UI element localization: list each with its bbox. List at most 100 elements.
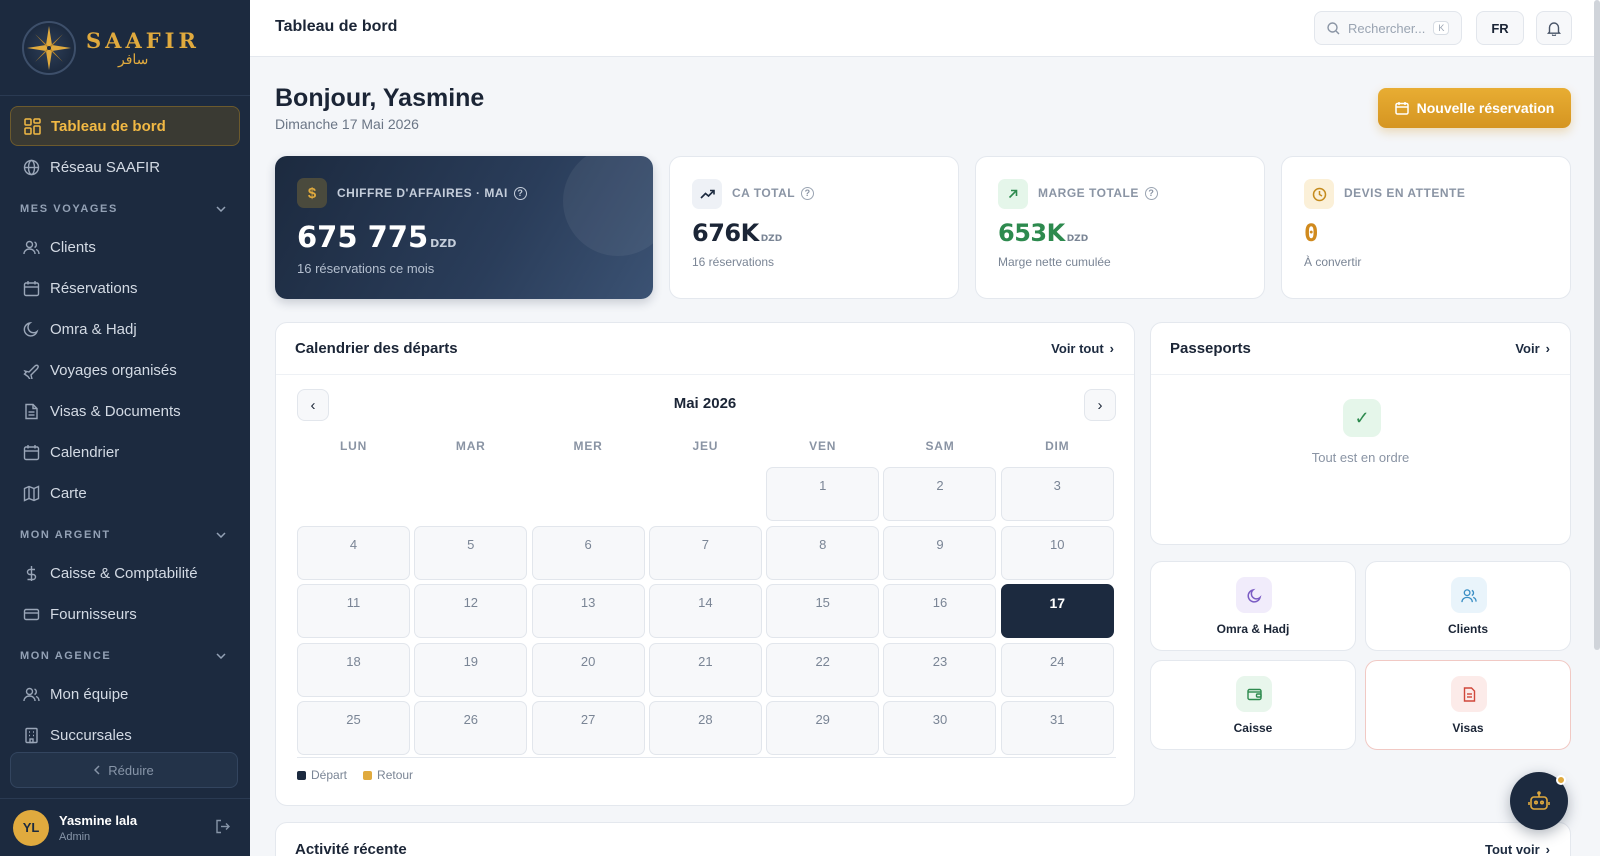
calendar-day[interactable]: 30 <box>883 701 997 755</box>
user-profile[interactable]: YL Yasmine lala Admin <box>0 798 250 856</box>
quick-tile-visas[interactable]: Visas <box>1365 660 1571 750</box>
notifications-button[interactable] <box>1536 11 1572 45</box>
search-icon <box>1327 21 1340 35</box>
search-input[interactable]: Rechercher... K <box>1314 11 1462 45</box>
help-icon[interactable]: ? <box>801 186 815 200</box>
section-title: MON AGENCE <box>20 650 112 662</box>
calendar-day[interactable]: 28 <box>648 701 762 755</box>
help-icon[interactable]: ? <box>513 186 527 200</box>
weekday-label: VEN <box>809 439 837 453</box>
sidebar-item-label: Calendrier <box>50 443 120 461</box>
new-reservation-label: Nouvelle réservation <box>1416 100 1555 116</box>
calendar-day[interactable]: 31 <box>1000 701 1114 755</box>
calendar-day[interactable]: 14 <box>648 584 762 638</box>
sidebar-item-label: Carte <box>50 484 87 502</box>
calendar-day[interactable]: 1 <box>766 467 880 521</box>
section-mes-voyages[interactable]: MES VOYAGES <box>10 191 240 227</box>
chevron-right-icon: › <box>1545 341 1550 356</box>
voir-tout-link[interactable]: Voir tout › <box>1051 341 1114 356</box>
calendar-day[interactable]: 8 <box>766 525 880 580</box>
calendar-day-today[interactable]: 17 <box>1000 584 1114 638</box>
calendar-day[interactable]: 16 <box>883 584 997 638</box>
sidebar-item-calendrier[interactable]: Calendrier <box>10 432 240 472</box>
calendar-day[interactable]: 3 <box>1000 467 1114 521</box>
sidebar-item-succursales[interactable]: Succursales <box>10 715 240 755</box>
tout-voir-link[interactable]: Tout voir › <box>1485 842 1550 856</box>
kpi-devis-attente[interactable]: DEVIS EN ATTENTE 0 À convertir <box>1281 156 1571 299</box>
kpi-ca-total[interactable]: CA TOTAL? 676K DZD 16 réservations <box>669 156 959 299</box>
sidebar-item-clients[interactable]: Clients <box>10 227 240 267</box>
calendar-day[interactable]: 19 <box>414 642 528 697</box>
calendar-day[interactable]: 18 <box>297 642 410 697</box>
current-date: Dimanche 17 Mai 2026 <box>275 116 419 132</box>
quick-tile-omra-hadj[interactable]: Omra & Hadj <box>1150 561 1356 651</box>
calendar-day[interactable]: 27 <box>531 701 645 755</box>
kpi-revenue-month[interactable]: $ CHIFFRE D'AFFAIRES · MAI? 675 775 DZD 1… <box>275 156 653 299</box>
chevron-left-icon <box>94 763 100 778</box>
calendar-day[interactable]: 5 <box>414 525 528 580</box>
calendar-day[interactable]: 29 <box>766 701 880 755</box>
calendar-day[interactable]: 12 <box>414 584 528 638</box>
topbar: Tableau de bord Rechercher... K FR <box>250 0 1600 57</box>
calendar-next-button[interactable]: › <box>1084 389 1116 421</box>
calendar-day[interactable]: 22 <box>766 642 880 697</box>
sidebar-item-label: Caisse & Comptabilité <box>50 564 198 582</box>
sidebar-item-voyages-organises[interactable]: Voyages organisés <box>10 350 240 390</box>
logout-icon[interactable] <box>215 819 230 839</box>
calendar-day[interactable]: 2 <box>883 467 997 521</box>
calendar-day[interactable]: 21 <box>648 642 762 697</box>
sidebar-item-fournisseurs[interactable]: Fournisseurs <box>10 594 240 634</box>
calendar-day[interactable]: 4 <box>297 525 410 580</box>
quick-tile-caisse[interactable]: Caisse <box>1150 660 1356 750</box>
language-switcher[interactable]: FR <box>1476 11 1524 45</box>
calendar-day[interactable]: 24 <box>1000 642 1114 697</box>
brand-arabic-name: سافر <box>118 50 149 67</box>
calendar-days: 1 2 3 4 5 6 7 8 9 10 11 12 13 14 15 16 17 18 19 20 21 22 23 24 2… <box>297 467 1116 755</box>
calendar-icon <box>22 279 40 297</box>
calendar-day[interactable]: 11 <box>297 584 410 638</box>
brand-logo[interactable]: SAAFIR سافر <box>0 0 250 96</box>
assistant-bot-button[interactable] <box>1510 772 1568 830</box>
users-icon <box>22 685 40 703</box>
calendar-day[interactable]: 23 <box>883 642 997 697</box>
sidebar-item-visas-documents[interactable]: Visas & Documents <box>10 391 240 431</box>
calendar-day[interactable]: 26 <box>414 701 528 755</box>
sidebar-item-omra-hadj[interactable]: Omra & Hadj <box>10 309 240 349</box>
calendar-day[interactable]: 20 <box>531 642 645 697</box>
kpi-subtitle: 16 réservations ce mois <box>297 261 435 276</box>
chevron-right-icon: › <box>1545 841 1550 856</box>
legend-retour: Retour <box>363 768 413 782</box>
calendar-day[interactable]: 9 <box>883 525 997 580</box>
reduce-sidebar-button[interactable]: Réduire <box>10 752 238 788</box>
quick-tile-clients[interactable]: Clients <box>1365 561 1571 651</box>
calendar-day[interactable]: 25 <box>297 701 410 755</box>
dashboard-grid-icon <box>23 117 41 135</box>
calendar-day[interactable]: 15 <box>766 584 880 638</box>
sidebar-item-caisse-comptabilite[interactable]: Caisse & Comptabilité <box>10 553 240 593</box>
sidebar-item-reservations[interactable]: Réservations <box>10 268 240 308</box>
passports-status: Tout est en ordre <box>1311 450 1410 465</box>
sidebar-item-carte[interactable]: Carte <box>10 473 240 513</box>
section-mon-argent[interactable]: MON ARGENT <box>10 517 240 553</box>
page-title: Tableau de bord <box>275 18 398 35</box>
calendar-day[interactable]: 6 <box>531 525 645 580</box>
sidebar-item-mon-equipe[interactable]: Mon équipe <box>10 674 240 714</box>
sidebar-item-tableau-de-bord[interactable]: Tableau de bord <box>10 106 240 146</box>
weekday-label: SAM <box>925 439 955 453</box>
calendar-day[interactable]: 10 <box>1000 525 1114 580</box>
kpi-marge-totale[interactable]: MARGE TOTALE? 653K DZD Marge nette cumulé… <box>975 156 1265 299</box>
panel-title: Activité récente <box>295 840 407 856</box>
voir-passports-link[interactable]: Voir › <box>1515 341 1550 356</box>
kpi-label: CA TOTAL? <box>732 186 815 200</box>
section-mon-agence[interactable]: MON AGENCE <box>10 638 240 674</box>
new-reservation-button[interactable]: Nouvelle réservation <box>1378 88 1571 128</box>
help-icon[interactable]: ? <box>1144 186 1158 200</box>
calendar-day[interactable]: 7 <box>648 525 762 580</box>
page-scrollbar[interactable] <box>1594 0 1600 650</box>
link-label: Voir <box>1515 341 1540 356</box>
kpi-unit: DZD <box>1066 234 1089 244</box>
panel-title: Calendrier des départs <box>295 340 458 357</box>
sidebar-item-reseau-saafir[interactable]: Réseau SAAFIR <box>10 147 240 187</box>
sidebar-nav: Tableau de bord Réseau SAAFIR MES VOYAGE… <box>0 96 250 755</box>
calendar-day[interactable]: 13 <box>531 584 645 638</box>
